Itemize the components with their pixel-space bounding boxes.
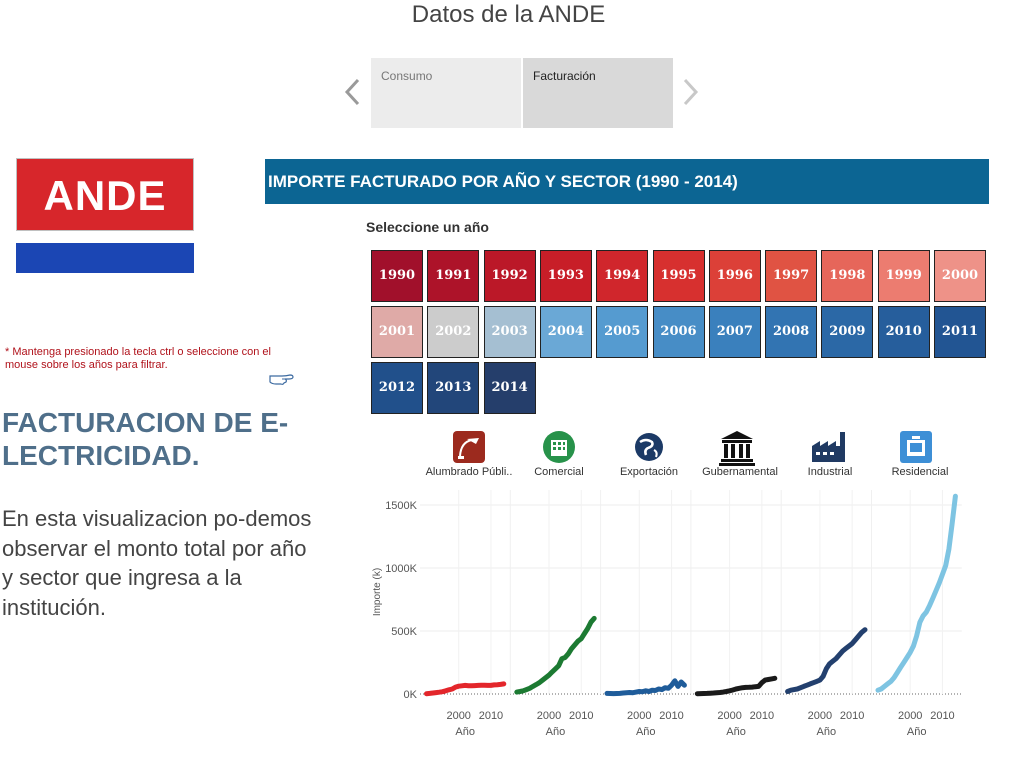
year-tile-1991[interactable]: 1991 [427,250,480,302]
year-select-label: Seleccione un año [366,219,489,235]
sector-label: Industrial [807,466,853,478]
tab-facturacion-label: Facturación [533,69,596,83]
year-tile-2012[interactable]: 2012 [371,362,423,414]
line-chart: 0K500K1000K1500KImporte (k)2000 2010Año20… [372,490,962,738]
year-tile-2013[interactable]: 2013 [427,362,480,414]
series-line-1 [514,615,597,695]
x-tick-label: 2000 [627,710,651,722]
sector-label: Residencial [891,466,949,478]
sector-label: Alumbrado Públi.. [425,466,513,478]
series-line-4 [785,627,868,694]
sector-label: Comercial [534,466,584,478]
year-tile-1994[interactable]: 1994 [596,250,649,302]
year-tile-1996[interactable]: 1996 [708,250,761,302]
y-tick-label: 1500K [385,500,417,512]
tab-consumo-label: Consumo [381,69,433,83]
year-tile-1997[interactable]: 1997 [765,250,818,302]
ande-logo: ANDE [16,158,194,274]
chevron-left-icon[interactable] [343,76,363,108]
x-axis-label: Año [636,726,656,738]
y-tick-label: 0K [404,689,418,701]
x-axis-label: Año [546,726,566,738]
x-tick-label: 2000 [717,710,741,722]
y-axis-label: Importe (k) [372,568,383,616]
year-tile-2009[interactable]: 2009 [821,306,874,358]
year-tile-2008[interactable]: 2008 [765,306,818,358]
logo-stripe-blue [16,243,194,273]
sector-label: Gubernamental [702,466,778,478]
x-tick-label: 2010 [569,710,593,722]
filter-note: * Mantenga presionado la tecla ctrl o se… [5,346,271,371]
x-tick-label: 2010 [930,710,954,722]
year-tile-1993[interactable]: 1993 [539,250,592,302]
building-icon [542,430,576,464]
year-tile-2004[interactable]: 2004 [539,306,592,358]
year-tile-2000[interactable]: 2000 [934,250,986,302]
house-icon [899,430,933,464]
year-tile-2011[interactable]: 2011 [934,306,986,358]
x-tick-label: 2010 [750,710,774,722]
year-tile-1998[interactable]: 1998 [821,250,874,302]
pointing-hand-icon [268,372,294,386]
logo-stripe-white [16,231,194,243]
year-tile-2014[interactable]: 2014 [483,362,536,414]
year-tile-2001[interactable]: 2001 [371,306,423,358]
year-tile-1999[interactable]: 1999 [877,250,930,302]
chevron-right-icon[interactable] [680,76,700,108]
x-tick-label: 2010 [479,710,503,722]
x-tick-label: 2000 [446,710,470,722]
logo-text: ANDE [16,158,194,231]
year-tile-1992[interactable]: 1992 [483,250,536,302]
year-tile-2005[interactable]: 2005 [596,306,649,358]
year-tile-1995[interactable]: 1995 [652,250,705,302]
year-tile-2006[interactable]: 2006 [652,306,705,358]
tab-consumo[interactable]: Consumo [371,58,521,128]
x-tick-label: 2000 [808,710,832,722]
y-tick-label: 500K [391,626,417,638]
globe-icon [632,430,666,464]
x-tick-label: 2000 [537,710,561,722]
x-axis-label: Año [817,726,837,738]
street-light-icon [452,430,486,464]
chart-banner-title: IMPORTE FACTURADO POR AÑO Y SECTOR (1990… [265,159,989,204]
x-tick-label: 2010 [659,710,683,722]
x-axis-label: Año [726,726,746,738]
page-title: Datos de la ANDE [411,1,606,28]
series-line-0 [424,681,507,697]
government-building-icon [719,430,755,466]
section-title: FACTURACION DE E-LECTRICIDAD. [2,407,289,471]
x-axis-label: Año [455,726,475,738]
x-tick-label: 2010 [840,710,864,722]
section-description: En esta visualizacion po-demos observar … [2,506,312,620]
series-line-2 [604,678,687,697]
year-tile-2002[interactable]: 2002 [427,306,480,358]
series-line-5 [875,493,958,693]
year-tile-2007[interactable]: 2007 [708,306,761,358]
tab-facturacion[interactable]: Facturación [523,58,673,128]
factory-icon [810,430,845,464]
series-line-3 [694,675,778,697]
x-tick-label: 2000 [898,710,922,722]
year-tile-2003[interactable]: 2003 [483,306,536,358]
y-tick-label: 1000K [385,563,417,575]
sector-label: Exportación [619,466,679,478]
x-axis-label: Año [907,726,927,738]
year-tile-1990[interactable]: 1990 [371,250,423,302]
year-tile-2010[interactable]: 2010 [877,306,930,358]
